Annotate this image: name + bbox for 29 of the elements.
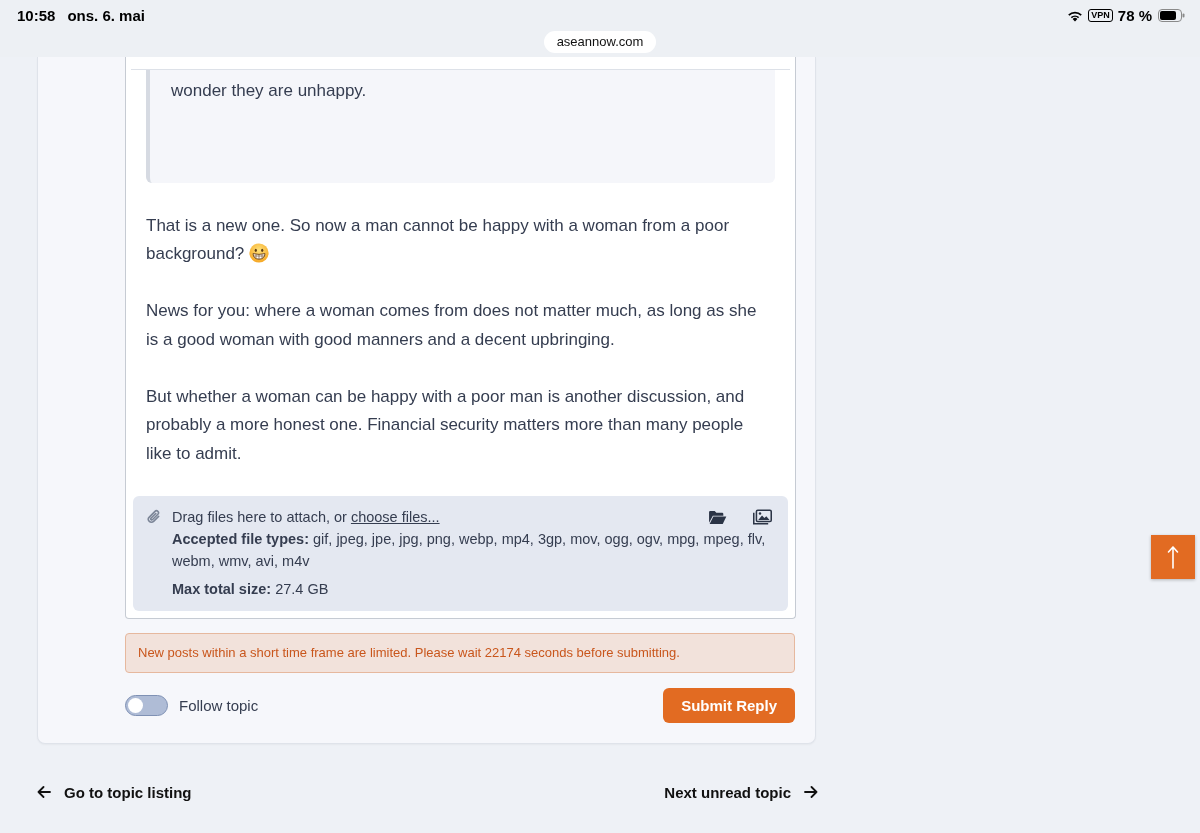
- paragraph-text: But whether a woman can be happy with a poor man is another discussion, and probably a more honest one. Financial security matters more than many people like to admit.: [146, 386, 745, 463]
- attach-hint: Drag files here to attach, or choose files...: [172, 508, 440, 527]
- image-icon[interactable]: [753, 509, 772, 525]
- rate-limit-notice: New posts within a short time frame are limited. Please wait 22174 seconds before submitting.: [125, 633, 795, 673]
- url-pill[interactable]: aseannow.com: [543, 31, 657, 53]
- vpn-badge: VPN: [1088, 9, 1113, 22]
- max-total-size: Max total size: 27.4 GB: [172, 580, 330, 599]
- arrow-right-icon: [804, 786, 818, 798]
- status-date: ons. 6. mai: [67, 7, 145, 24]
- battery-icon: [1158, 9, 1185, 22]
- topic-listing-link[interactable]: Go to topic listing: [37, 783, 192, 801]
- battery-percent: 78 %: [1117, 7, 1152, 24]
- folder-icon[interactable]: [708, 509, 727, 525]
- scroll-to-top-button[interactable]: [1151, 535, 1195, 579]
- paperclip-icon: [147, 509, 161, 525]
- status-time: 10:58: [17, 7, 56, 24]
- arrow-up-icon: [1167, 545, 1179, 569]
- paragraph-text: That is a new one. So now a man cannot be happy with a woman from a poor background?: [146, 215, 730, 263]
- arrow-left-icon: [37, 786, 51, 798]
- choose-files-link[interactable]: choose files...: [350, 509, 440, 525]
- accepted-file-types: Accepted file types: gif, jpeg, jpe, jpg, png, webp, mp4, 3gp, mov, ogg, ogv, mpg, mpeg, flv, webm, wmv, avi, m4v: [172, 530, 767, 571]
- attachment-dropzone[interactable]: Drag files here to attach, or choose files... Accepted file types: gif, jpeg, jpe, jpg, png, webp, mp4, 3gp, mov, ogg, ogv, mpg, mpeg, flv, webm, wmv, avi, m4v Max total size: 27.4 GB: [133, 496, 788, 611]
- reply-editor[interactable]: [125, 57, 796, 619]
- quote-text: wonder they are unhappy.: [171, 81, 367, 100]
- next-unread-topic-link[interactable]: Next unread topic: [664, 783, 818, 801]
- follow-toggle[interactable]: [125, 695, 168, 716]
- paragraph-text: News for you: where a woman comes from does not matter much, as long as she is a good woman with good manners and a decent upbringing.: [146, 301, 757, 349]
- follow-label: Follow topic: [179, 697, 259, 714]
- wifi-icon: [1067, 9, 1084, 22]
